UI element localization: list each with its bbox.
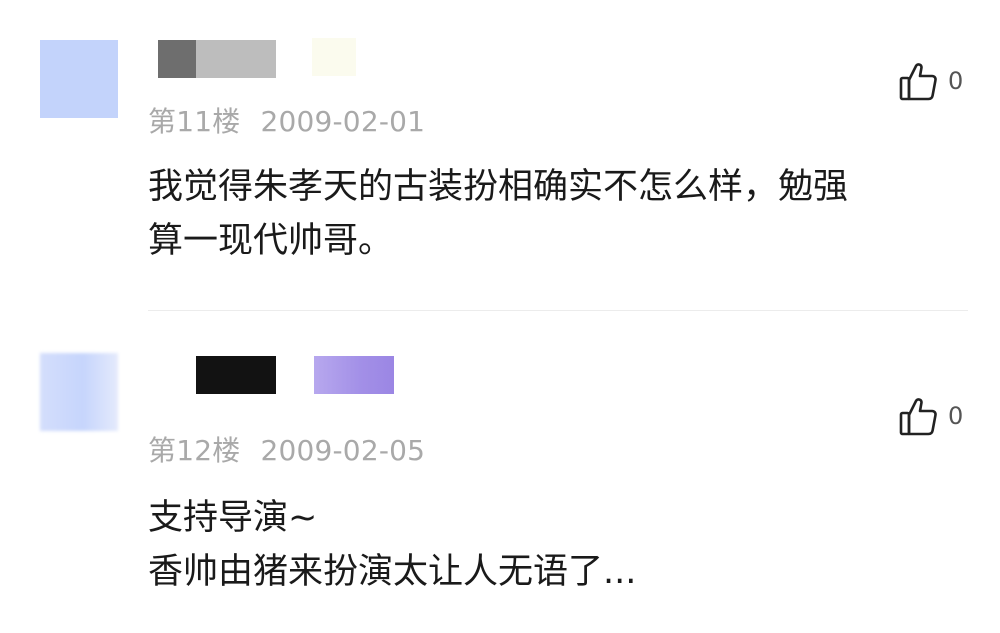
avatar[interactable] [40, 40, 118, 118]
comment-item: 第11楼 2009-02-01 0 我觉得朱孝天的古装扮相确实不怎么样，勉强 算一… [0, 0, 1000, 311]
thumbs-up-icon [898, 395, 938, 437]
username-redacted[interactable] [196, 356, 276, 394]
like-count: 0 [948, 402, 964, 430]
floor-number: 第12楼 [148, 434, 241, 467]
comment-text: 支持导演~ 香帅由猪来扮演太让人无语了... [148, 491, 978, 599]
comment-text-line: 香帅由猪来扮演太让人无语了... [148, 552, 637, 592]
username-redacted[interactable] [158, 40, 196, 78]
floor-number: 第11楼 [148, 105, 241, 138]
like-count: 0 [948, 67, 964, 95]
comment-item: 第12楼 2009-02-05 0 支持导演~ 香帅由猪来扮演太让人无语了... [0, 311, 1000, 633]
comment-text: 我觉得朱孝天的古装扮相确实不怎么样，勉强 算一现代帅哥。 [148, 160, 978, 268]
comment-date: 2009-02-01 [260, 105, 426, 138]
thumbs-up-icon [898, 60, 938, 102]
user-badge-redacted [314, 356, 394, 394]
like-button[interactable]: 0 [898, 395, 963, 437]
like-button[interactable]: 0 [898, 60, 963, 102]
username-redacted[interactable] [196, 40, 276, 78]
comment-meta: 第12楼 2009-02-05 [148, 429, 425, 469]
user-badge-redacted [312, 38, 356, 76]
comment-meta: 第11楼 2009-02-01 [148, 100, 425, 140]
comment-text-line: 算一现代帅哥。 [148, 221, 394, 261]
comment-date: 2009-02-05 [260, 434, 426, 467]
comment-text-line: 支持导演~ [148, 498, 318, 538]
avatar[interactable] [40, 353, 118, 431]
comment-text-line: 我觉得朱孝天的古装扮相确实不怎么样，勉强 [148, 167, 849, 207]
